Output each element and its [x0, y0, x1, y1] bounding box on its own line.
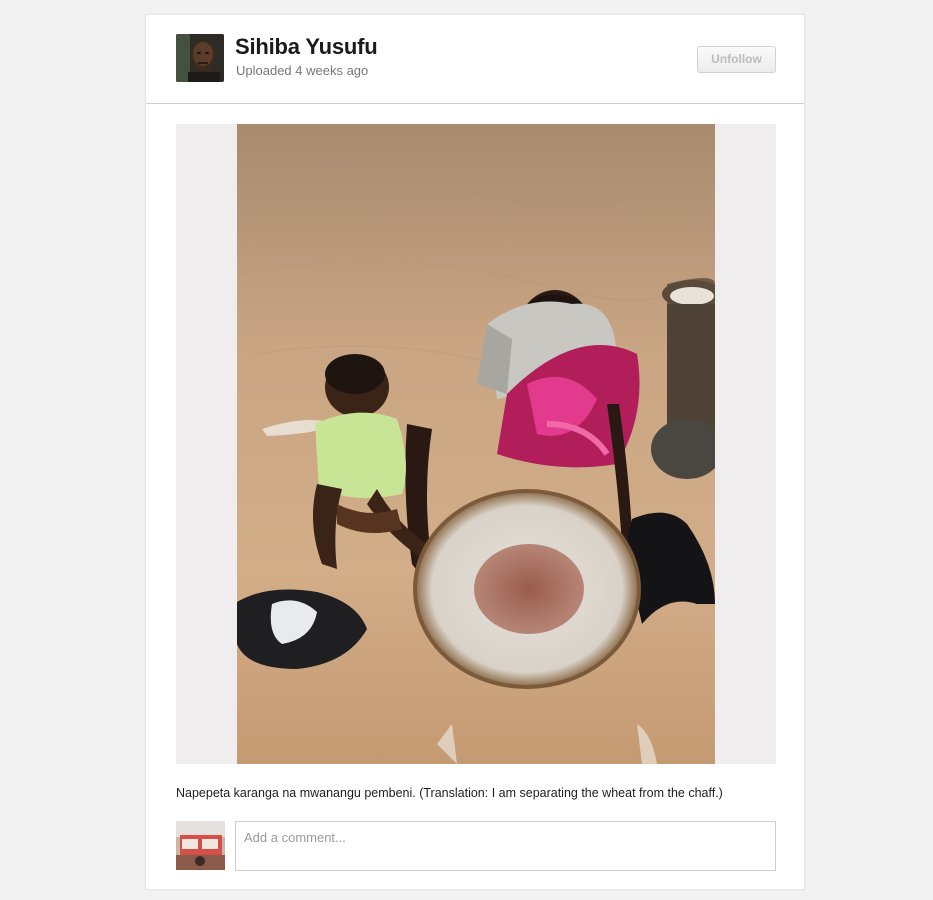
post-photo[interactable] — [237, 124, 715, 764]
author-name[interactable]: Sihiba Yusufu — [235, 34, 378, 60]
commenter-avatar — [176, 821, 225, 870]
photo-container — [176, 124, 776, 764]
comment-input[interactable] — [235, 821, 776, 871]
photo-caption: Napepeta karanga na mwanangu pembeni. (T… — [176, 786, 723, 800]
unfollow-button[interactable]: Unfollow — [697, 46, 776, 73]
post-card: Sihiba Yusufu Uploaded 4 weeks ago Unfol… — [145, 14, 805, 890]
author-avatar[interactable] — [176, 34, 224, 82]
post-header: Sihiba Yusufu Uploaded 4 weeks ago Unfol… — [146, 15, 804, 104]
upload-time: Uploaded 4 weeks ago — [236, 63, 369, 78]
